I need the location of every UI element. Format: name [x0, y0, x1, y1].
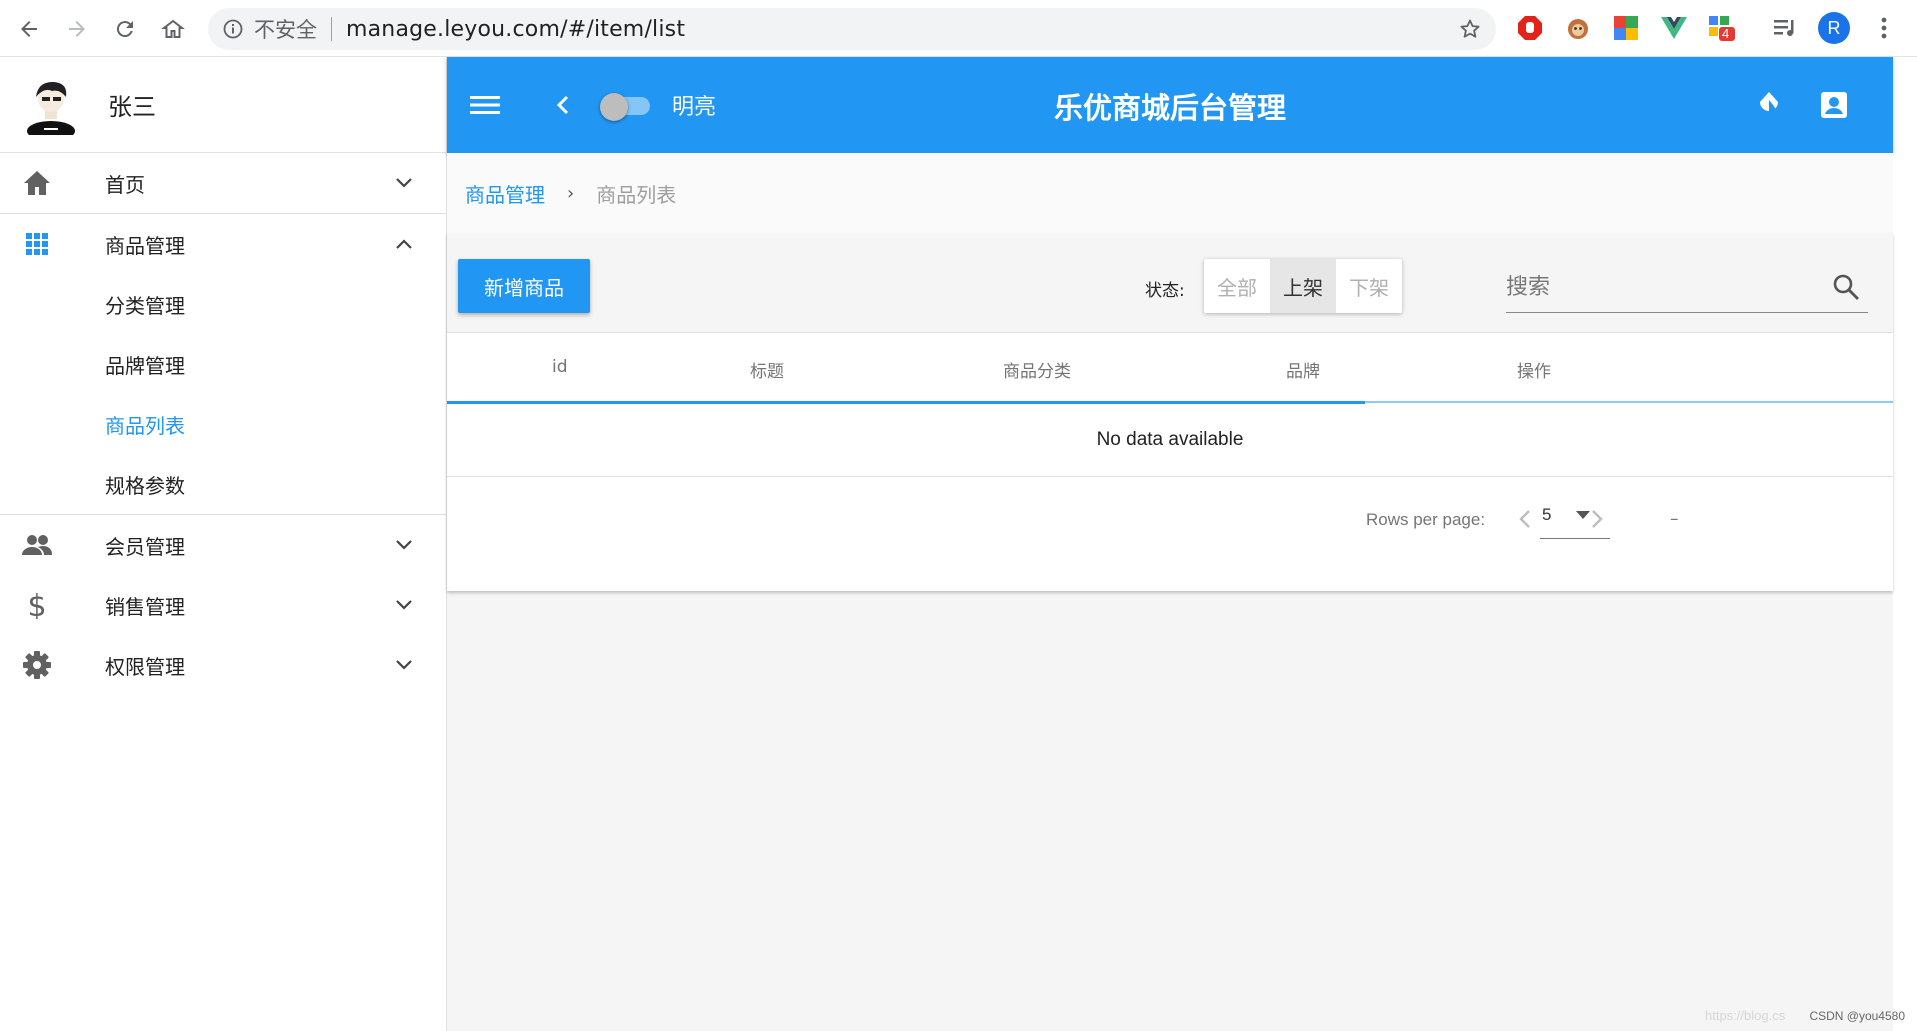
- empty-state-text: No data available: [447, 403, 1893, 477]
- arrow-right-icon: [69, 21, 85, 37]
- reload-button[interactable]: [108, 12, 142, 46]
- sidebar-item-products[interactable]: 商品管理: [0, 214, 446, 274]
- profile-avatar[interactable]: R: [1818, 12, 1850, 44]
- address-separator: [331, 17, 332, 41]
- browser-toolbar: 不安全 manage.leyou.com/#/item/list 4 R: [0, 0, 1917, 57]
- prev-page-button[interactable]: [1511, 505, 1539, 533]
- chevron-left-icon: [1519, 510, 1530, 528]
- monkey-extension-icon[interactable]: [1563, 13, 1593, 43]
- chevron-down-icon: [396, 600, 412, 610]
- sidebar-subitem-label: 商品列表: [105, 413, 185, 438]
- status-toggle-group: 全部 上架 下架: [1204, 259, 1402, 313]
- adblock-extension-icon[interactable]: [1515, 13, 1545, 43]
- home-button[interactable]: [156, 12, 190, 46]
- menu-kebab-icon[interactable]: [1869, 13, 1899, 43]
- table-header: id 标题 商品分类 品牌 操作: [447, 333, 1893, 404]
- sidebar-item-members[interactable]: 会员管理: [0, 515, 446, 575]
- status-label: 状态:: [1145, 281, 1185, 301]
- gear-icon: [23, 651, 51, 679]
- chevron-down-icon: [396, 178, 412, 188]
- profile-initial: R: [1827, 17, 1841, 38]
- main-content: 明亮 乐优商城后台管理 商品管理 › 商品列表 新增商品 状态: 全部 上架 下…: [447, 57, 1893, 1031]
- chevron-down-icon: [396, 660, 412, 670]
- bookmark-star-icon[interactable]: [1458, 17, 1482, 41]
- security-label: 不安全: [254, 18, 317, 42]
- breadcrumb-parent[interactable]: 商品管理: [465, 179, 545, 208]
- status-option-all[interactable]: 全部: [1204, 259, 1270, 313]
- column-header-actions[interactable]: 操作: [1517, 357, 1551, 382]
- add-product-button[interactable]: 新增商品: [458, 259, 590, 313]
- color-extension-icon[interactable]: [1611, 13, 1641, 43]
- watermark-faint: https://blog.cs: [1705, 1008, 1786, 1023]
- user-name: 张三: [108, 93, 156, 121]
- blocks-extension-icon[interactable]: 4: [1707, 13, 1737, 43]
- sidebar-item-label: 销售管理: [105, 594, 185, 619]
- people-icon: [22, 535, 52, 555]
- home-icon: [24, 171, 50, 195]
- home-outline-icon: [161, 19, 185, 38]
- reload-icon: [116, 21, 133, 38]
- status-option-off-shelf[interactable]: 下架: [1336, 259, 1402, 313]
- info-icon[interactable]: [222, 18, 244, 40]
- sidebar-subitem-product-list[interactable]: 商品列表: [0, 394, 446, 454]
- chevron-up-icon: [396, 239, 412, 249]
- account-button[interactable]: [1816, 87, 1852, 123]
- sidebar-subitem-label: 品牌管理: [105, 353, 185, 378]
- rows-per-page-label: Rows per page:: [1366, 510, 1486, 529]
- sidebar-item-label: 会员管理: [105, 534, 185, 559]
- page-range-text: –: [1670, 509, 1679, 529]
- sidebar-item-sales[interactable]: $ 销售管理: [0, 575, 446, 635]
- account-box-icon: [1821, 92, 1847, 118]
- forward-button[interactable]: [60, 12, 94, 46]
- avatar: [24, 75, 78, 141]
- search-input[interactable]: [1506, 269, 1806, 305]
- sidebar-subitem-label: 规格参数: [105, 473, 185, 498]
- media-queue-icon[interactable]: [1770, 13, 1800, 43]
- breadcrumb: 商品管理 › 商品列表: [447, 153, 1893, 233]
- page-title: 乐优商城后台管理: [1053, 91, 1286, 125]
- breadcrumb-current: 商品列表: [596, 182, 677, 207]
- address-bar[interactable]: 不安全 manage.leyou.com/#/item/list: [208, 8, 1496, 50]
- column-header-category[interactable]: 商品分类: [1003, 357, 1071, 382]
- sidebar-item-label: 权限管理: [105, 654, 185, 679]
- sidebar-subitem-spec-params[interactable]: 规格参数: [0, 454, 446, 514]
- sidebar-item-home[interactable]: 首页: [0, 153, 446, 213]
- user-profile: 张三: [0, 57, 446, 153]
- next-page-button[interactable]: [1583, 505, 1611, 533]
- svg-text:$: $: [27, 591, 46, 619]
- column-header-id[interactable]: id: [552, 357, 568, 377]
- apps-grid-icon: [26, 233, 48, 255]
- dollar-icon: $: [27, 591, 46, 619]
- sidebar-item-permissions[interactable]: 权限管理: [0, 635, 446, 695]
- extension-badge: 4: [1722, 26, 1730, 41]
- back-button[interactable]: [12, 12, 46, 46]
- arrow-left-icon: [21, 21, 37, 37]
- sidebar-subitem-category[interactable]: 分类管理: [0, 274, 446, 334]
- rows-per-page-value: 5: [1542, 505, 1552, 524]
- sidebar-subitem-label: 分类管理: [105, 293, 185, 318]
- search-field: [1506, 263, 1868, 313]
- app-toolbar: 明亮 乐优商城后台管理: [447, 57, 1893, 153]
- product-table-card: 新增商品 状态: 全部 上架 下架 id 标题 商品分类 品牌 操作 No da…: [447, 233, 1893, 591]
- table-controls: 新增商品 状态: 全部 上架 下架: [447, 233, 1893, 333]
- chevron-right-icon: [1592, 510, 1603, 528]
- column-header-brand[interactable]: 品牌: [1286, 357, 1320, 382]
- vue-devtools-icon[interactable]: [1659, 13, 1689, 43]
- sidebar: 张三 首页 商品管理 分类管理 品牌管理 商品列表 规格参数 会员管理 $ 销售…: [0, 57, 447, 1031]
- theme-color-button[interactable]: [1751, 87, 1787, 123]
- sidebar-subitem-brand[interactable]: 品牌管理: [0, 334, 446, 394]
- url-text[interactable]: manage.leyou.com/#/item/list: [346, 17, 685, 42]
- invert-colors-icon: [1760, 92, 1778, 117]
- chevron-down-icon: [396, 540, 412, 550]
- table-pagination: Rows per page: 5 –: [447, 477, 1893, 591]
- status-option-on-shelf[interactable]: 上架: [1270, 259, 1336, 313]
- column-header-title[interactable]: 标题: [750, 357, 784, 382]
- sidebar-item-label: 商品管理: [105, 233, 185, 258]
- search-icon[interactable]: [1832, 273, 1860, 301]
- breadcrumb-chevron-icon: ›: [567, 182, 575, 204]
- watermark: CSDN @you4580: [1809, 1009, 1905, 1023]
- sidebar-item-label: 首页: [105, 172, 145, 197]
